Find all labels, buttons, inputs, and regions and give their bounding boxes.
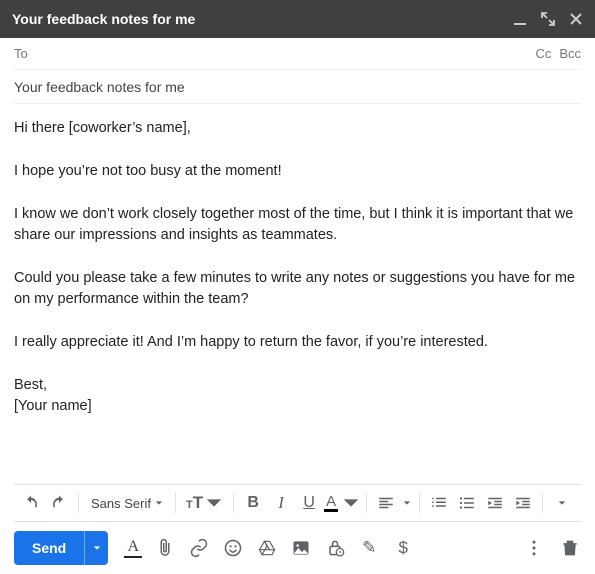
close-icon[interactable] <box>569 12 583 26</box>
window-controls <box>513 12 583 26</box>
align-button[interactable] <box>373 490 399 516</box>
insert-tools: A $ <box>124 537 513 559</box>
chevron-down-icon <box>93 544 101 552</box>
text-color-button[interactable]: A <box>324 490 360 516</box>
attach-file-button[interactable] <box>154 537 176 559</box>
insert-signature-button[interactable] <box>358 537 380 559</box>
to-label: To <box>14 46 28 61</box>
separator <box>419 493 420 513</box>
body-paragraph: Hi there [coworker’s name], <box>14 118 581 139</box>
italic-button[interactable]: I <box>268 490 294 516</box>
numbered-list-button[interactable] <box>426 490 452 516</box>
formatting-options-button[interactable]: A <box>124 538 142 558</box>
body-paragraph: Best, [Your name] <box>14 375 581 417</box>
kebab-icon <box>524 538 544 558</box>
text-color-icon: A <box>324 494 338 512</box>
formatting-toolbar: Sans Serif TT B I U A <box>14 484 581 522</box>
font-family-label: Sans Serif <box>91 496 151 511</box>
separator <box>366 493 367 513</box>
trash-icon <box>560 538 580 558</box>
bottom-toolbar: Send A $ <box>0 522 595 574</box>
font-size-picker[interactable]: TT <box>182 490 227 516</box>
separator <box>175 493 176 513</box>
font-family-picker[interactable]: Sans Serif <box>85 496 169 511</box>
confidential-mode-button[interactable] <box>324 537 346 559</box>
discard-draft-button[interactable] <box>559 537 581 559</box>
body-paragraph: I know we don’t work closely together mo… <box>14 204 581 246</box>
image-icon <box>291 538 311 558</box>
recipients-row: To Cc Bcc <box>14 38 581 70</box>
chevron-down-icon <box>155 499 163 507</box>
lock-clock-icon <box>325 538 345 558</box>
insert-photo-button[interactable] <box>290 537 312 559</box>
insert-drive-button[interactable] <box>256 537 278 559</box>
chevron-down-icon <box>558 499 566 507</box>
format-more-button[interactable] <box>549 490 575 516</box>
chevron-down-icon <box>342 494 360 512</box>
message-body[interactable]: Hi there [coworker’s name], I hope you’r… <box>0 104 595 484</box>
title-bar: Your feedback notes for me <box>0 0 595 38</box>
smile-icon <box>223 538 243 558</box>
to-input[interactable] <box>28 38 536 69</box>
subject-row <box>14 70 581 104</box>
redo-button[interactable] <box>46 490 72 516</box>
body-paragraph: Could you please take a few minutes to w… <box>14 268 581 310</box>
insert-emoji-button[interactable] <box>222 537 244 559</box>
body-paragraph: I really appreciate it! And I’m happy to… <box>14 332 581 353</box>
chevron-down-icon <box>403 499 411 507</box>
bulleted-list-button[interactable] <box>454 490 480 516</box>
indent-more-button[interactable] <box>510 490 536 516</box>
undo-button[interactable] <box>18 490 44 516</box>
paperclip-icon <box>155 538 175 558</box>
send-button-group: Send <box>14 531 108 565</box>
more-options-button[interactable] <box>523 537 545 559</box>
window-title: Your feedback notes for me <box>12 11 513 27</box>
insert-link-button[interactable] <box>188 537 210 559</box>
compose-window: Your feedback notes for me To Cc Bcc <box>0 0 595 574</box>
send-button[interactable]: Send <box>14 531 84 565</box>
bold-button[interactable]: B <box>240 490 266 516</box>
expand-icon[interactable] <box>541 12 555 26</box>
minimize-icon[interactable] <box>513 12 527 26</box>
cc-bcc-group: Cc Bcc <box>535 46 581 61</box>
indent-less-button[interactable] <box>482 490 508 516</box>
subject-input[interactable] <box>14 79 581 95</box>
separator <box>542 493 543 513</box>
separator <box>233 493 234 513</box>
drive-icon <box>257 538 277 558</box>
body-paragraph: I hope you’re not too busy at the moment… <box>14 161 581 182</box>
align-more-button[interactable] <box>401 490 413 516</box>
cc-button[interactable]: Cc <box>535 46 551 61</box>
link-icon <box>189 538 209 558</box>
underline-button[interactable]: U <box>296 490 322 516</box>
font-size-icon: TT <box>186 493 203 513</box>
separator <box>78 493 79 513</box>
compose-header: To Cc Bcc <box>0 38 595 104</box>
send-money-button[interactable]: $ <box>392 537 414 559</box>
chevron-down-icon <box>205 494 223 512</box>
bcc-button[interactable]: Bcc <box>559 46 581 61</box>
right-tools <box>523 537 581 559</box>
send-options-button[interactable] <box>84 531 108 565</box>
